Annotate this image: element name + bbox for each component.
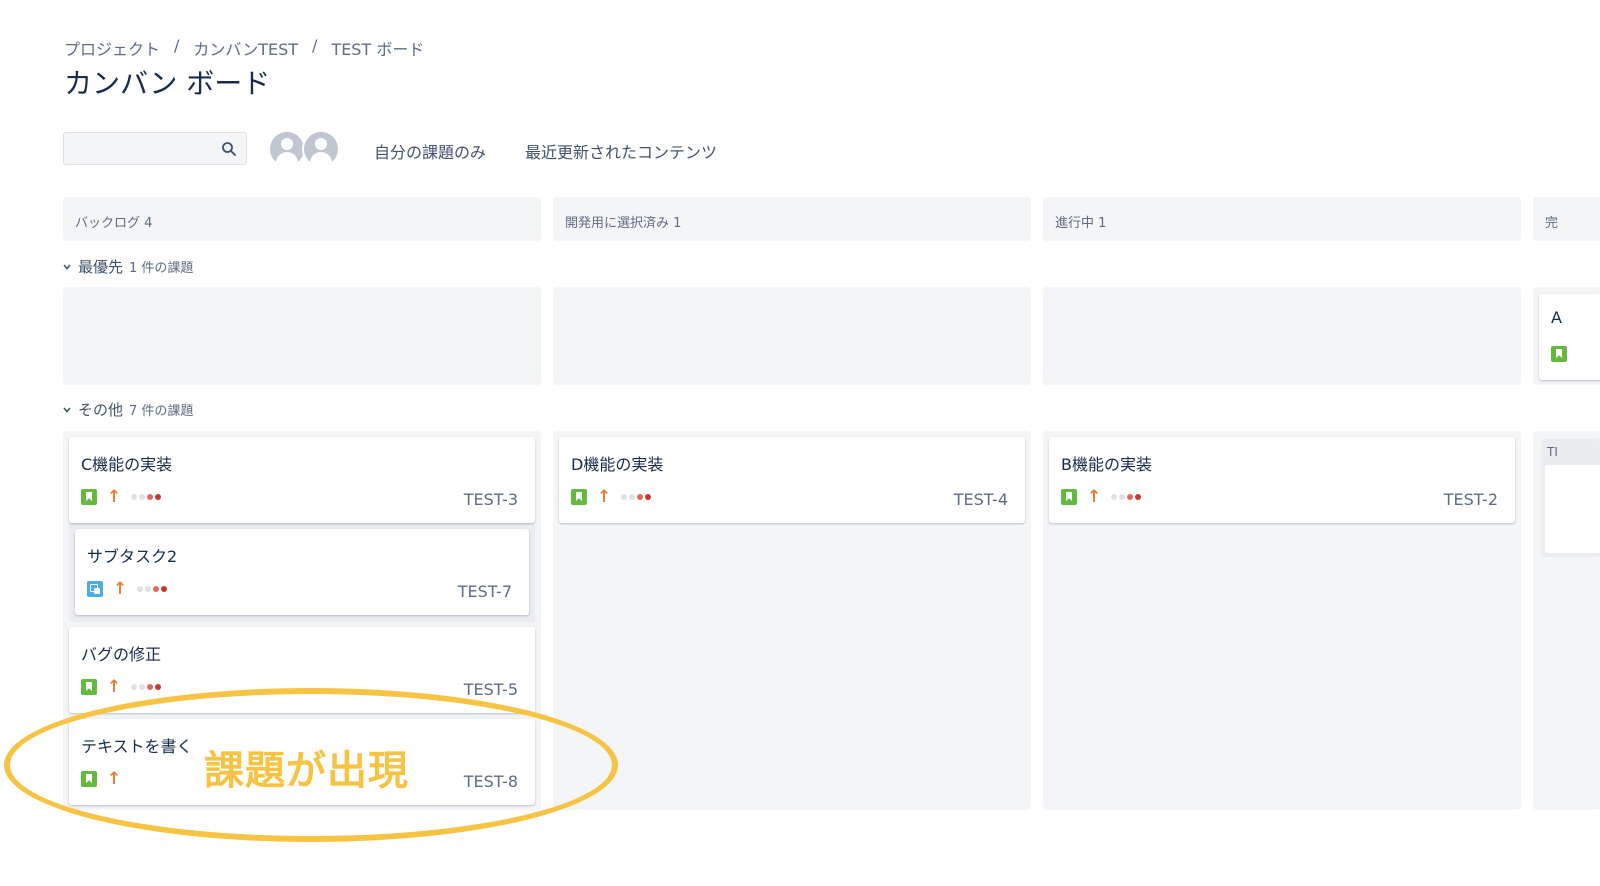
swimlane-count: 7 件の課題 xyxy=(129,404,194,419)
estimate-dots-icon xyxy=(137,586,168,592)
search-icon[interactable] xyxy=(221,141,237,157)
parent-key-partial: TI xyxy=(1547,445,1558,459)
card-partial[interactable]: A xyxy=(1539,294,1600,380)
issue-card[interactable]: C機能の実装 ↑ TEST-3 xyxy=(69,437,535,523)
parent-group-partial: TI xyxy=(1541,439,1600,557)
column-header-done: 完 xyxy=(1533,197,1600,241)
card-title-partial: A xyxy=(1551,308,1562,327)
card-title: バグの修正 xyxy=(81,645,162,664)
card-title: C機能の実装 xyxy=(81,455,173,474)
priority-high-icon: ↑ xyxy=(107,487,122,507)
priority-high-icon: ↑ xyxy=(597,487,612,507)
card-partial[interactable] xyxy=(1545,465,1600,553)
swimlane-header-highest[interactable]: 最優先 1 件の課題 xyxy=(62,256,193,277)
search-input[interactable] xyxy=(64,133,230,164)
story-icon xyxy=(571,489,587,505)
column-name: バックログ xyxy=(75,216,141,231)
chevron-down-icon xyxy=(63,406,71,413)
subtask-icon xyxy=(87,581,103,597)
chevron-down-icon xyxy=(63,263,71,270)
card-key: TEST-4 xyxy=(953,490,1008,509)
avatar[interactable] xyxy=(302,130,340,168)
column-header-in-progress: 進行中 1 xyxy=(1043,197,1521,241)
avatar-group xyxy=(268,130,340,168)
lane-cell xyxy=(1043,287,1521,385)
column-header-selected: 開発用に選択済み 1 xyxy=(553,197,1031,241)
issue-card[interactable]: D機能の実装 ↑ TEST-4 xyxy=(559,437,1025,523)
search-box xyxy=(63,132,247,165)
breadcrumb-separator: / xyxy=(174,36,180,55)
card-title: B機能の実装 xyxy=(1061,455,1152,474)
card-title: サブタスク2 xyxy=(87,547,178,566)
column-count: 1 xyxy=(673,216,682,231)
card-key: TEST-7 xyxy=(457,582,512,601)
card-key: TEST-3 xyxy=(463,490,518,509)
column-count: 1 xyxy=(1098,216,1107,231)
breadcrumb-board[interactable]: TEST ボード xyxy=(331,36,424,60)
column-name: 完 xyxy=(1545,216,1559,231)
lane-cell xyxy=(553,287,1031,385)
estimate-dots-icon xyxy=(131,684,162,690)
filter-recently-updated[interactable]: 最近更新されたコンテンツ xyxy=(525,139,717,163)
card-key: TEST-2 xyxy=(1443,490,1498,509)
priority-high-icon: ↑ xyxy=(113,579,128,599)
breadcrumb-project[interactable]: カンバンTEST xyxy=(193,36,298,60)
annotation-label: 課題が出現 xyxy=(204,748,409,794)
breadcrumb-projects[interactable]: プロジェクト xyxy=(64,36,160,60)
swimlane-count: 1 件の課題 xyxy=(129,261,194,276)
column-name: 進行中 xyxy=(1055,216,1095,231)
column-name: 開発用に選択済み xyxy=(565,216,670,231)
priority-high-icon: ↑ xyxy=(1087,487,1102,507)
estimate-dots-icon xyxy=(621,494,652,500)
story-icon xyxy=(81,489,97,505)
issue-card-subtask[interactable]: サブタスク2 ↑ TEST-7 xyxy=(75,529,529,615)
estimate-dots-icon xyxy=(1111,494,1142,500)
swimlane-name: 最優先 xyxy=(78,258,124,276)
card-title: D機能の実装 xyxy=(571,455,664,474)
filter-my-issues[interactable]: 自分の課題のみ xyxy=(374,139,486,163)
swimlane-header-other[interactable]: その他 7 件の課題 xyxy=(62,399,193,420)
page-title: カンバン ボード xyxy=(64,67,271,100)
estimate-dots-icon xyxy=(131,494,162,500)
story-icon xyxy=(1551,346,1567,362)
avatar[interactable] xyxy=(268,130,306,168)
column-count: 4 xyxy=(144,216,153,231)
breadcrumb-separator: / xyxy=(312,36,318,55)
column-header-backlog: バックログ 4 xyxy=(63,197,541,241)
lane-cell xyxy=(63,287,541,385)
story-icon xyxy=(81,679,97,695)
issue-card[interactable]: B機能の実装 ↑ TEST-2 xyxy=(1049,437,1515,523)
breadcrumb: プロジェクト / カンバンTEST / TEST ボード xyxy=(64,36,424,60)
priority-high-icon: ↑ xyxy=(107,677,122,697)
swimlane-name: その他 xyxy=(78,401,124,419)
story-icon xyxy=(1061,489,1077,505)
card-key: TEST-5 xyxy=(463,680,518,699)
